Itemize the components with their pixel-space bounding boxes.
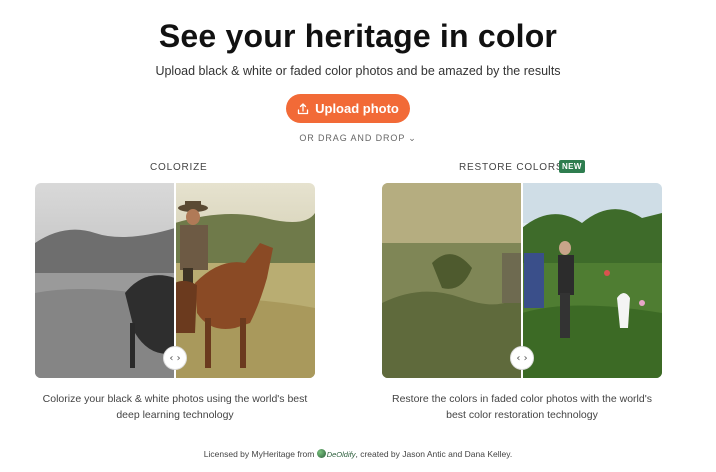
- colorize-label: COLORIZE: [150, 162, 208, 173]
- deoldify-logo-icon: [316, 449, 326, 458]
- colorize-slider-handle[interactable]: ‹ ›: [163, 346, 187, 370]
- footer-prefix: Licensed by MyHeritage from: [203, 449, 315, 459]
- drag-and-drop-label: OR DRAG AND DROP: [299, 133, 406, 143]
- drag-and-drop-toggle[interactable]: OR DRAG AND DROP ⌄: [0, 133, 716, 144]
- colorize-caption-line2: deep learning technology: [116, 409, 234, 421]
- upload-photo-label: Upload photo: [315, 101, 399, 116]
- deoldify-logo-text[interactable]: DeOldify: [327, 450, 356, 459]
- colorize-caption-line1: Colorize your black & white photos using…: [42, 393, 308, 405]
- restore-caption-line1: Restore the colors in faded color photos…: [392, 393, 652, 405]
- left-right-arrows-icon: ‹ ›: [169, 352, 181, 364]
- upload-icon: [297, 102, 309, 114]
- restore-slider-handle[interactable]: ‹ ›: [510, 346, 534, 370]
- chevron-down-icon: ⌄: [408, 133, 417, 143]
- footer-suffix: , created by Jason Antic and Dana Kelley…: [355, 449, 513, 459]
- colorize-caption: Colorize your black & white photos using…: [35, 391, 315, 423]
- restore-caption-line2: best color restoration technology: [446, 409, 598, 421]
- license-footer: Licensed by MyHeritage from DeOldify, cr…: [0, 449, 716, 459]
- colorize-comparison-image[interactable]: ‹ ›: [35, 183, 315, 378]
- left-right-arrows-icon: ‹ ›: [516, 352, 528, 364]
- new-badge: NEW: [559, 160, 585, 173]
- upload-photo-button[interactable]: Upload photo: [286, 94, 410, 123]
- page-subtitle: Upload black & white or faded color phot…: [155, 64, 561, 78]
- restore-comparison-image[interactable]: ‹ ›: [382, 183, 662, 378]
- page-title: See your heritage in color: [158, 18, 558, 54]
- restore-caption: Restore the colors in faded color photos…: [382, 391, 662, 423]
- restore-colors-label: RESTORE COLORS: [459, 162, 564, 173]
